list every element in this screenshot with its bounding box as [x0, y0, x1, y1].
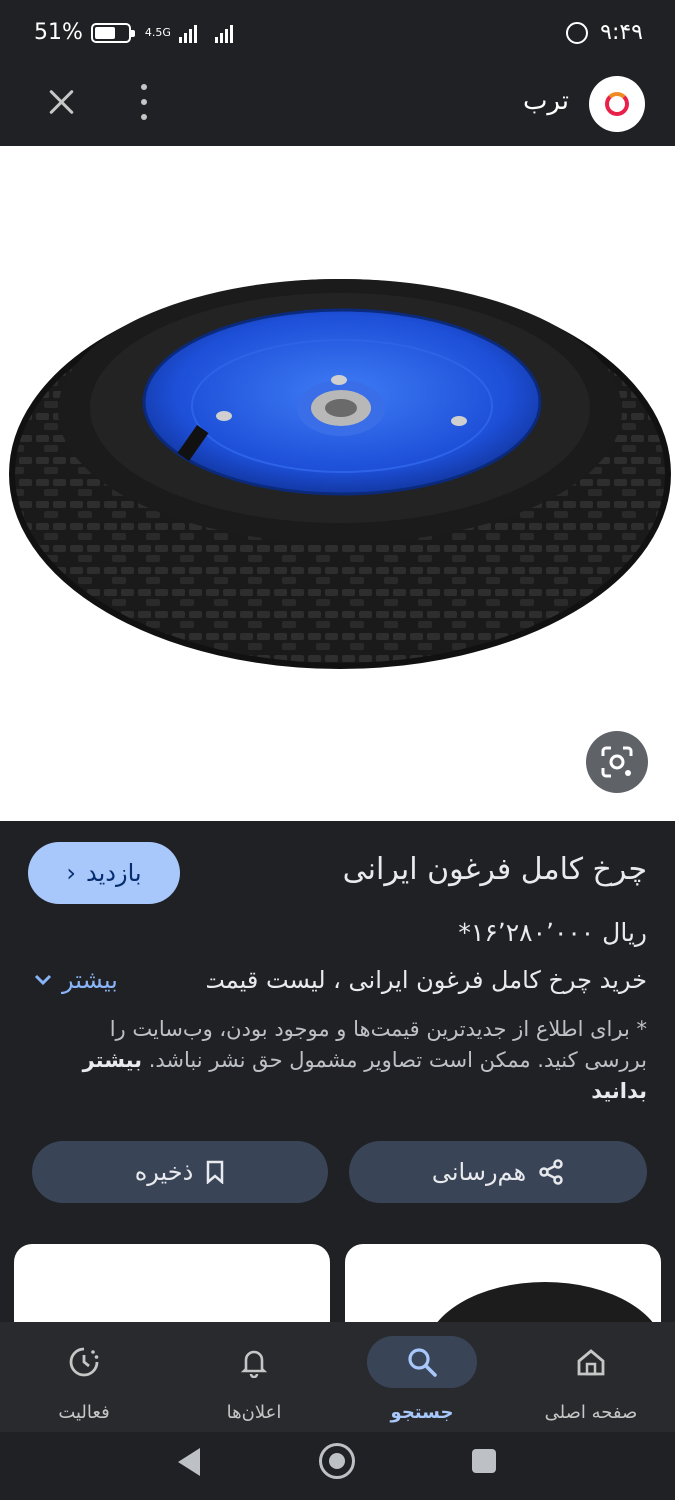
save-label: ذخیره [134, 1158, 194, 1186]
more-label: بیشتر [62, 966, 118, 994]
bookmark-icon [207, 1160, 224, 1184]
product-title: چرخ کامل فرغون ایرانی [342, 852, 647, 887]
home-circle-icon[interactable] [319, 1443, 355, 1479]
nav-home[interactable]: صفحه اصلی [507, 1322, 675, 1432]
product-image[interactable] [0, 146, 675, 821]
chevron-left-icon: ‹ [66, 859, 77, 887]
status-bar: 51% 4.5G ۹:۴۹ [0, 0, 675, 64]
nav-notifications-label: اعلان‌ها [226, 1402, 282, 1423]
signal-icon-2 [214, 23, 233, 43]
more-vert-icon[interactable] [136, 84, 152, 120]
share-button[interactable]: هم‌رسانی [349, 1141, 647, 1203]
site-name: ترب [522, 86, 569, 116]
battery-percentage: 51% [34, 20, 83, 45]
visit-button[interactable]: بازدید ‹ [28, 842, 180, 904]
recents-icon[interactable] [472, 1449, 496, 1473]
nav-search[interactable]: جستجو [338, 1322, 506, 1432]
status-left: 51% 4.5G [34, 20, 233, 45]
clock: ۹:۴۹ [600, 20, 643, 45]
disclaimer-text: * برای اطلاع از جدیدترین قیمت‌ها و موجود… [109, 1017, 647, 1072]
share-label: هم‌رسانی [431, 1158, 527, 1186]
signal-icon [178, 23, 197, 43]
nav-home-label: صفحه اصلی [544, 1402, 638, 1423]
disclaimer: * برای اطلاع از جدیدترین قیمت‌ها و موجود… [57, 1014, 647, 1107]
network-type: 4.5G [144, 26, 171, 39]
back-icon[interactable] [178, 1448, 200, 1476]
home-icon [577, 1349, 605, 1376]
chevron-down-icon [34, 974, 52, 986]
share-icon [539, 1159, 563, 1185]
product-description: خرید چرخ کامل فرغون ایرانی ، لیست قیمت..… [207, 966, 647, 994]
more-button[interactable]: بیشتر [34, 966, 118, 994]
nav-activity-label: فعالیت [58, 1402, 110, 1423]
lens-search-button[interactable] [586, 731, 648, 793]
wheel-image [9, 279, 671, 669]
lens-icon [601, 746, 633, 778]
site-logo [589, 76, 645, 132]
system-navigation-bar [0, 1432, 675, 1500]
status-right: ۹:۴۹ [566, 20, 643, 45]
bell-icon [240, 1350, 268, 1378]
search-icon [408, 1348, 437, 1377]
whatsapp-icon [566, 21, 589, 44]
save-button[interactable]: ذخیره [32, 1141, 328, 1203]
battery-icon [90, 22, 135, 43]
visit-label: بازدید [86, 859, 142, 887]
nav-search-label: جستجو [390, 1402, 454, 1423]
product-price: ریال ۱۶٬۲۸۰٬۰۰۰* [458, 918, 647, 947]
app-header: ترب [0, 64, 675, 146]
bottom-navigation: صفحه اصلی جستجو اعلان‌ها ف [0, 1322, 675, 1432]
nav-activity[interactable]: فعالیت [0, 1322, 168, 1432]
activity-icon [69, 1347, 99, 1377]
nav-notifications[interactable]: اعلان‌ها [170, 1322, 338, 1432]
close-icon[interactable] [44, 84, 80, 120]
